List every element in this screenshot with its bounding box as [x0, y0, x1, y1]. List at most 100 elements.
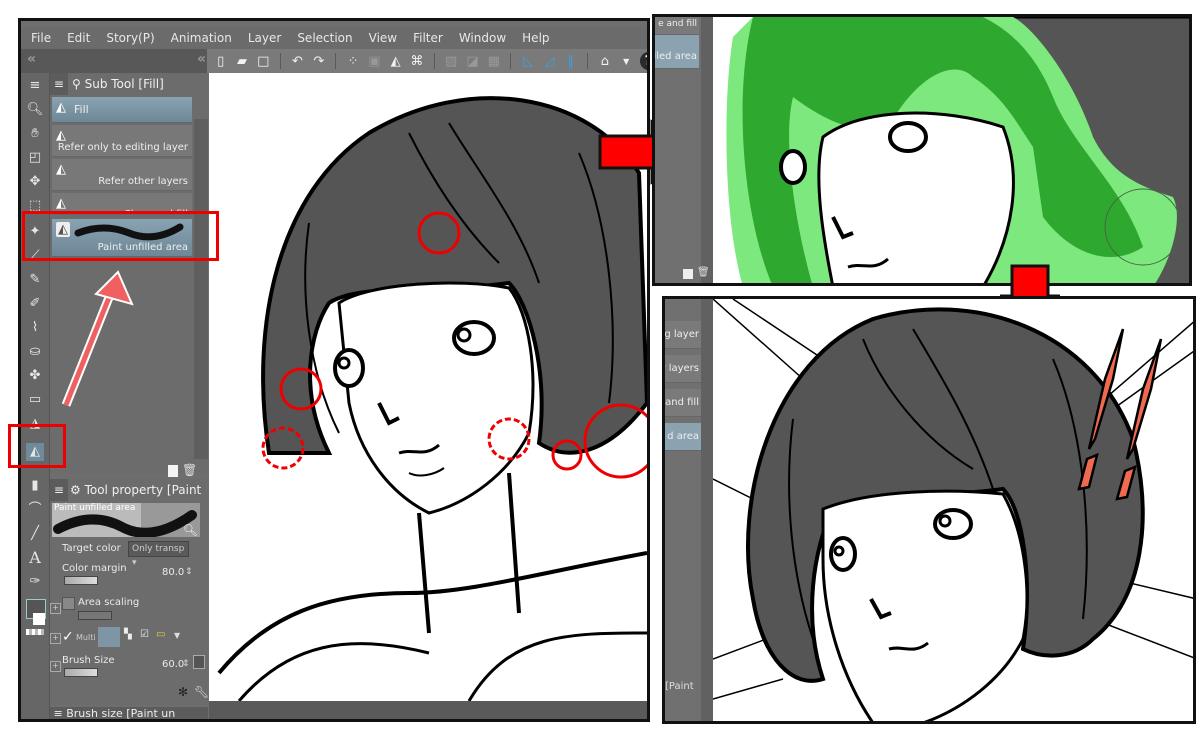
checked-layer-icon[interactable]: ☑ [140, 629, 149, 640]
subtool-item-fragment: d area [665, 423, 701, 451]
decoration-tool-icon[interactable]: ✤ [26, 367, 44, 385]
drawing-canvas[interactable] [209, 73, 647, 701]
area-scaling-checkbox[interactable] [62, 597, 75, 610]
fill-bucket-icon: ◭ [56, 128, 66, 143]
highlight-box-subtool [22, 211, 219, 261]
scrollbar [701, 17, 713, 283]
magnifier-icon[interactable]: 🔍︎ [183, 523, 198, 537]
pen-tool-icon[interactable]: ✎ [26, 271, 44, 289]
panel-menu-icon[interactable]: ≡ [26, 77, 44, 95]
eraser-tool-icon[interactable]: ▭ [26, 391, 44, 409]
menu-edit[interactable]: Edit [67, 31, 90, 45]
collapse-right-icon[interactable]: « [197, 51, 206, 67]
fill-bucket-icon[interactable]: ◭ [388, 53, 403, 69]
line-tool-icon[interactable]: ╱ [26, 525, 44, 543]
save-icon[interactable]: □ [256, 53, 271, 69]
menu-file[interactable]: File [31, 31, 51, 45]
menu-bar: File Edit Story(P) Animation Layer Selec… [21, 27, 647, 49]
correct-line-tool-icon[interactable]: ✑ [26, 573, 44, 591]
wrench-icon[interactable]: 🔧︎ [194, 685, 209, 699]
dropdown-arrow-icon[interactable]: ▼ [619, 53, 634, 69]
redo-icon[interactable]: ↷ [311, 53, 326, 69]
tool-property-icon: ⚙ [70, 483, 85, 497]
panel-menu-icon[interactable]: ≡ [50, 73, 68, 95]
trash-icon[interactable]: 🗑︎ [182, 463, 197, 477]
final-illustration [713, 299, 1193, 721]
layer-stack-icon[interactable] [98, 627, 120, 647]
brush-tool-icon[interactable]: ⌇ [26, 319, 44, 337]
subtool-item-refer-editing[interactable]: ◭ Refer only to editing layer [52, 125, 192, 157]
monitor-icon[interactable]: ⌂ [597, 53, 612, 69]
invert-selection-icon[interactable]: ◪ [465, 53, 480, 69]
toolbar-row: « « ▯ ▰ □ ↶ ↷ ⁘ ▣ ◭ ⌘ ▨ ◪ ▦ ◺ ◿ ‖ ⌂ ▼ ? [21, 49, 647, 73]
new-subtool-icon[interactable] [168, 465, 178, 477]
text-tool-icon[interactable]: A [26, 549, 44, 567]
menu-story[interactable]: Story(P) [106, 31, 154, 45]
toolbar-divider [510, 53, 512, 69]
arrow-head [94, 270, 134, 306]
pencil-tool-icon[interactable]: ✐ [26, 295, 44, 313]
subtool-panel-fragment: e and fill lled area 🗑︎ [655, 17, 713, 283]
brush-size-panel-header[interactable]: ≡ Brush size [Paint un [50, 707, 208, 719]
tool-property-panel: ≡ ⚙ Tool property [Paint Paint unfilled … [50, 479, 209, 705]
transform-icon[interactable]: ▣ [367, 53, 382, 69]
ref-layer-icon[interactable]: ▚ [124, 629, 132, 640]
figure-tool-icon[interactable]: ⌒ [26, 501, 44, 519]
menu-window[interactable]: Window [459, 31, 506, 45]
brush-size-preview-button[interactable] [193, 655, 205, 669]
menu-help[interactable]: Help [522, 31, 549, 45]
subtool-panel-fragment: g layer r layers and fill d area [Paint [665, 299, 713, 721]
expand-icon[interactable]: + [50, 603, 61, 614]
subtool-scrollbar[interactable] [194, 119, 208, 459]
spinner-icon[interactable]: ⇕ [182, 659, 190, 669]
panel-menu-icon[interactable]: ≡ [50, 707, 66, 719]
new-subtool-icon [683, 269, 693, 279]
object-tool-icon[interactable]: ◰ [26, 149, 44, 167]
ruler-snap-3-icon[interactable]: ‖ [563, 53, 578, 69]
tab-subtool[interactable]: ⚲ Sub Tool [Fill] [72, 73, 192, 95]
menu-filter[interactable]: Filter [413, 31, 443, 45]
zoom-tool-icon[interactable]: 🔍︎ [26, 101, 44, 119]
color-margin-slider[interactable] [64, 576, 98, 585]
folder-icon[interactable]: ▭ [156, 629, 165, 640]
ruler-snap-2-icon[interactable]: ◿ [542, 53, 557, 69]
airbrush-tool-icon[interactable]: ⛀ [26, 343, 44, 361]
expand-icon[interactable]: + [50, 633, 61, 644]
collapse-left-icon[interactable]: « [27, 51, 36, 67]
gradient-tool-icon[interactable]: ▮ [26, 477, 44, 495]
sub-color-swatch[interactable] [33, 613, 45, 625]
subtool-title: Sub Tool [Fill] [84, 77, 164, 91]
subtool-item-fill[interactable]: ◭ Fill [52, 97, 192, 123]
highlight-box-fill-tool [8, 424, 66, 468]
tab-tool-property[interactable]: ⚙ Tool property [Paint [70, 479, 208, 501]
crop-icon[interactable]: ⌘ [409, 53, 424, 69]
select-all-icon[interactable]: ▦ [486, 53, 501, 69]
ruler-snap-icon[interactable]: ◺ [520, 53, 535, 69]
menu-layer[interactable]: Layer [248, 31, 281, 45]
trash-icon: 🗑︎ [697, 267, 710, 278]
help-icon[interactable]: ? [639, 52, 647, 70]
multi-checkbox[interactable]: ✓ [62, 629, 74, 645]
new-file-icon[interactable]: ▯ [213, 53, 228, 69]
spinner-icon[interactable]: ⇕ [185, 567, 193, 577]
menu-view[interactable]: View [369, 31, 397, 45]
dropdown-arrow-icon[interactable]: ▼ [174, 631, 180, 640]
open-folder-icon[interactable]: ▰ [234, 53, 249, 69]
brush-size-slider[interactable] [64, 668, 98, 677]
undo-icon[interactable]: ↶ [290, 53, 305, 69]
selection-dots-icon[interactable]: ⁘ [345, 53, 360, 69]
clear-selection-icon[interactable]: ▨ [444, 53, 459, 69]
fill-preview-panel: e and fill lled area 🗑︎ [652, 14, 1192, 286]
hand-tool-icon[interactable]: ✋︎ [26, 125, 44, 143]
subtool-item-refer-other[interactable]: ◭ Refer other layers [52, 159, 192, 191]
panel-menu-icon[interactable]: ≡ [50, 479, 68, 501]
target-color-dropdown[interactable]: Only transp ▾ [128, 541, 189, 568]
expand-icon[interactable]: + [50, 661, 61, 672]
subtool-item-fragment: g layer [665, 321, 701, 349]
tool-property-fragment: [Paint [665, 681, 694, 692]
area-scaling-slider[interactable] [78, 611, 112, 620]
menu-selection[interactable]: Selection [297, 31, 352, 45]
move-tool-icon[interactable]: ✥ [26, 173, 44, 191]
menu-animation[interactable]: Animation [171, 31, 232, 45]
transparent-color-swatch[interactable] [26, 629, 44, 635]
